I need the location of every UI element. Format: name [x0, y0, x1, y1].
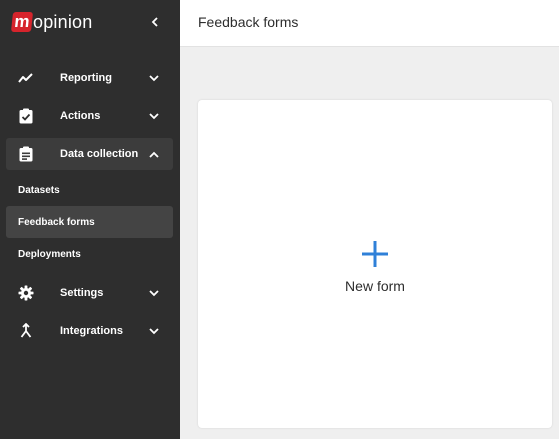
- sidebar-item-settings[interactable]: Settings: [6, 277, 173, 309]
- sidebar-subitem-feedback-forms[interactable]: Feedback forms: [6, 206, 173, 238]
- sidebar-item-label: Integrations: [60, 325, 123, 337]
- chevron-down-icon: [149, 326, 159, 336]
- sidebar-item-data-collection[interactable]: Data collection: [6, 138, 173, 170]
- sidebar-subitem-datasets[interactable]: Datasets: [6, 174, 173, 206]
- page-header: Feedback forms: [180, 0, 559, 47]
- sidebar-subitem-label: Feedback forms: [18, 216, 95, 228]
- logo-mark: m: [10, 12, 34, 32]
- chevron-down-icon: [149, 288, 159, 298]
- sidebar-item-integrations[interactable]: Integrations: [6, 315, 173, 347]
- sidebar-item-actions[interactable]: Actions: [6, 100, 173, 132]
- trend-line-icon: [18, 70, 34, 86]
- merge-icon: [18, 323, 34, 339]
- sidebar: m opinion Reporting Actions Data collect…: [0, 0, 180, 439]
- mopinion-logo[interactable]: m opinion: [10, 10, 93, 34]
- sidebar-item-label: Reporting: [60, 72, 112, 84]
- sidebar-subitem-label: Deployments: [18, 248, 81, 260]
- chevron-down-icon: [149, 73, 159, 83]
- clipboard-check-icon: [18, 108, 34, 124]
- collapse-sidebar-button[interactable]: [146, 13, 164, 31]
- chevron-up-icon: [149, 149, 159, 159]
- plus-icon: [362, 241, 388, 267]
- sidebar-subitem-deployments[interactable]: Deployments: [6, 238, 173, 270]
- new-form-label: New form: [345, 278, 405, 294]
- sidebar-item-label: Data collection: [60, 148, 139, 160]
- chevron-left-icon: [151, 17, 158, 27]
- clipboard-list-icon: [18, 146, 34, 162]
- logo-text: opinion: [33, 11, 93, 32]
- sidebar-item-label: Settings: [60, 287, 104, 299]
- sidebar-subitem-label: Datasets: [18, 184, 60, 196]
- page-title: Feedback forms: [198, 14, 299, 30]
- gear-icon: [18, 285, 34, 301]
- sidebar-item-reporting[interactable]: Reporting: [6, 62, 173, 94]
- new-form-card[interactable]: New form: [198, 100, 552, 428]
- sidebar-item-label: Actions: [60, 110, 101, 122]
- chevron-down-icon: [149, 111, 159, 121]
